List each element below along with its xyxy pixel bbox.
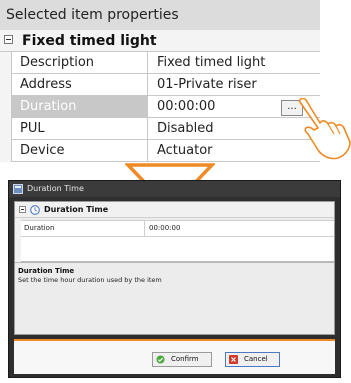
property-row-description[interactable]: Description Fixed timed light [12,52,320,74]
panel-header: Selected item properties [0,0,320,30]
properties-panel: Selected item properties Fixed timed lig… [0,0,320,162]
dialog-title: Duration Time [27,184,84,193]
dialog-footer: Confirm Cancel [14,339,335,374]
collapse-icon[interactable] [19,206,26,213]
hand-cursor-icon [298,98,351,160]
dialog-group-row[interactable]: Duration Time [15,202,334,218]
collapse-icon[interactable] [4,35,13,44]
property-value[interactable]: 01-Private riser [149,74,320,95]
dialog-property-grid: Duration Time Duration 00:00:00 Duration… [14,201,335,335]
property-key: Duration [12,96,148,117]
confirm-label: Confirm [171,355,199,363]
x-icon [229,355,238,364]
property-key: PUL [12,118,148,139]
property-row-pul[interactable]: PUL Disabled [12,118,320,140]
dialog-property-row-duration[interactable]: Duration 00:00:00 [21,220,334,237]
property-row-device[interactable]: Device Actuator [12,140,320,162]
check-icon [156,355,165,364]
dialog-group-title: Duration Time [44,205,109,214]
property-value[interactable]: Fixed timed light [149,52,320,73]
description-heading: Duration Time [18,267,75,275]
clock-icon [30,205,40,215]
duration-time-dialog: Duration Time Duration Time Duration 00:… [8,180,341,378]
app-window-icon [13,184,23,194]
group-row-fixed-timed-light[interactable]: Fixed timed light [0,30,320,52]
confirm-button[interactable]: Confirm [152,352,212,367]
duration-value[interactable]: 00:00:00 [149,221,180,236]
grid-empty-area [21,237,334,262]
group-title: Fixed timed light [22,33,157,49]
cancel-label: Cancel [244,355,268,363]
property-key: Device [12,140,148,161]
property-key: Address [12,74,148,95]
property-row-address[interactable]: Address 01-Private riser [12,74,320,96]
description-panel: Duration Time Set the time hour duration… [15,262,334,334]
description-text: Set the time hour duration used by the i… [18,276,162,284]
dialog-titlebar[interactable]: Duration Time [9,181,340,197]
grid-indent-strip [0,52,12,162]
property-key: Description [12,52,148,73]
cancel-button[interactable]: Cancel [225,352,280,367]
property-key: Duration [21,221,145,236]
property-row-duration[interactable]: Duration 00:00:00 [12,96,320,118]
